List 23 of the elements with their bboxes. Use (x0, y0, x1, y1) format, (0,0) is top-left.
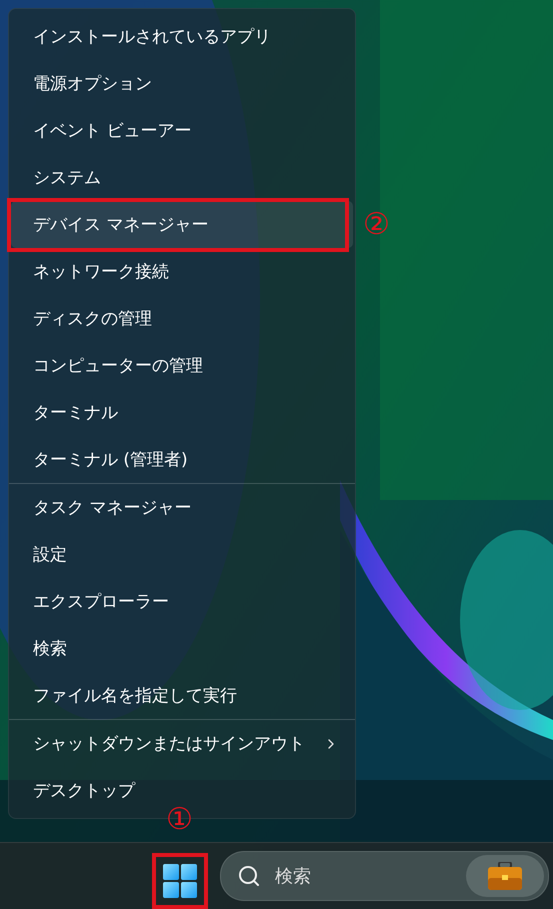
search-icon (237, 864, 261, 888)
briefcase-icon (488, 862, 522, 890)
menu-item[interactable]: イベント ビューアー (11, 107, 353, 154)
search-bar[interactable]: 検索 (220, 851, 549, 901)
menu-item[interactable]: コンピューターの管理 (11, 342, 353, 389)
menu-item[interactable]: システム (11, 154, 353, 201)
menu-item[interactable]: ターミナル (管理者) (11, 436, 353, 483)
menu-item[interactable]: インストールされているアプリ (11, 13, 353, 60)
annotation-number: ② (363, 210, 390, 240)
annotation-number: ① (166, 805, 193, 835)
menu-item[interactable]: ネットワーク接続 (11, 248, 353, 295)
menu-item[interactable]: 設定 (11, 531, 353, 578)
menu-item[interactable]: シャットダウンまたはサインアウト (11, 720, 353, 767)
briefcase-button[interactable] (466, 855, 544, 897)
search-input[interactable]: 検索 (273, 864, 454, 888)
menu-item[interactable]: タスク マネージャー (11, 484, 353, 531)
menu-item[interactable]: ディスクの管理 (11, 295, 353, 342)
menu-item[interactable]: ターミナル (11, 389, 353, 436)
menu-item[interactable]: 電源オプション (11, 60, 353, 107)
menu-item[interactable]: 検索 (11, 625, 353, 672)
windows-icon (163, 864, 197, 898)
menu-item[interactable]: ファイル名を指定して実行 (11, 672, 353, 719)
menu-item[interactable]: エクスプローラー (11, 578, 353, 625)
